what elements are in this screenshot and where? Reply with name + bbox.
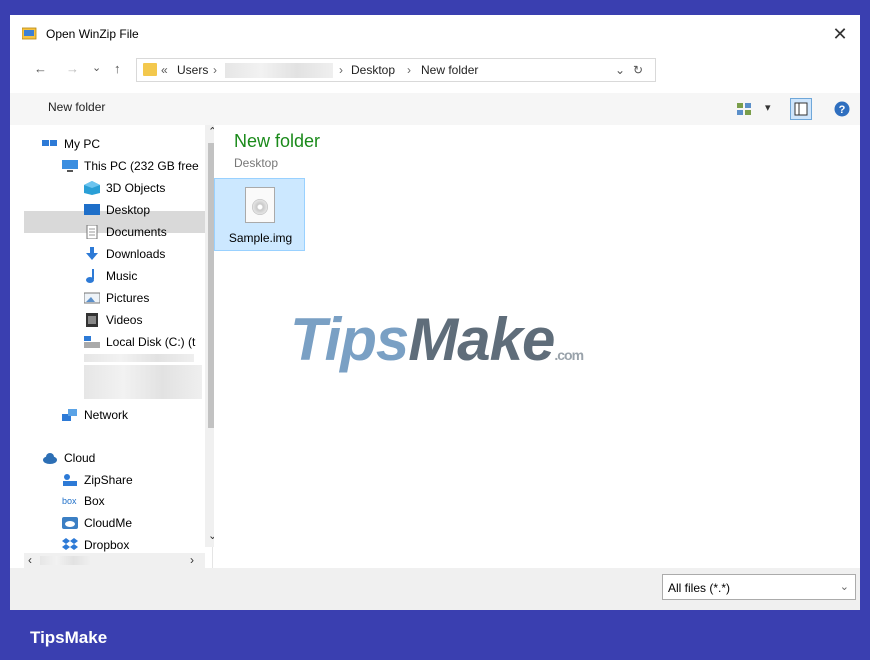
help-icon[interactable]: ? [834, 101, 850, 117]
address-dropdown-button[interactable]: ⌄ [615, 63, 625, 77]
navigation-pane: My PC This PC (232 GB free 3D Objects De… [24, 125, 219, 568]
breadcrumb-overflow[interactable]: « [161, 63, 168, 77]
view-dropdown-button[interactable]: ▾ [765, 101, 771, 114]
sidebar-item-label: Music [106, 269, 138, 283]
svg-text:?: ? [839, 104, 846, 116]
sidebar-item-cloudme[interactable]: CloudMe [62, 513, 132, 533]
blurred-username [225, 63, 333, 78]
winzip-icon [22, 27, 37, 40]
breadcrumb-desktop[interactable]: Desktop [351, 63, 395, 77]
watermark-logo: TipsMake.com [290, 306, 584, 373]
sidebar-item-dropbox[interactable]: Dropbox [62, 535, 129, 555]
new-folder-button[interactable]: New folder [48, 100, 105, 114]
recent-locations-button[interactable]: ⌄ [92, 61, 101, 74]
address-bar[interactable]: « Users › › Desktop › New folder ⌄ ↻ [136, 58, 656, 82]
preview-pane-icon[interactable] [790, 98, 812, 120]
sidebar-item-label: My PC [64, 137, 100, 151]
music-icon [86, 269, 94, 283]
title-bar: Open WinZip File ✕ [10, 15, 860, 53]
breadcrumb-new-folder[interactable]: New folder [421, 63, 478, 77]
close-button[interactable]: ✕ [820, 15, 860, 51]
cloudme-icon [62, 517, 78, 529]
disc-image-file-icon [245, 187, 275, 223]
sidebar-item-network[interactable]: Network [62, 405, 128, 425]
toolbar: New folder ▾ ? [10, 93, 860, 125]
sidebar-item-label: CloudMe [84, 516, 133, 530]
cloud-icon [43, 453, 57, 464]
video-icon [86, 313, 98, 327]
sidebar-item-3d-objects[interactable]: 3D Objects [84, 178, 165, 198]
breadcrumb-separator: › [213, 63, 217, 77]
box-icon: box [62, 496, 77, 506]
blurred-drive-item [84, 354, 194, 362]
cube-icon [84, 181, 100, 195]
dialog-title: Open WinZip File [46, 27, 139, 41]
file-list-pane: New folder Desktop Sample.img TipsMake.c… [214, 125, 860, 568]
network-icon [62, 409, 77, 421]
file-name: Sample.img [228, 231, 293, 245]
drive-icon [84, 336, 100, 348]
sidebar-item-label: Dropbox [84, 538, 130, 552]
view-options-icon[interactable] [736, 102, 752, 116]
file-item[interactable]: Sample.img [214, 178, 305, 251]
sidebar-item-downloads[interactable]: Downloads [84, 244, 165, 264]
sidebar-item-label: Documents [106, 225, 167, 239]
blurred-drive-item [84, 365, 202, 399]
scroll-right-button[interactable]: › [190, 553, 194, 567]
sidebar-item-desktop[interactable]: Desktop [84, 200, 150, 220]
picture-icon [84, 292, 100, 304]
sidebar-item-my-pc[interactable]: My PC [42, 134, 100, 154]
back-button[interactable]: ← [34, 61, 47, 76]
desktop-icon [84, 204, 100, 215]
sidebar-item-local-disk[interactable]: Local Disk (C:) (t [84, 332, 195, 352]
sidebar-item-label: 3D Objects [106, 181, 166, 195]
sidebar-item-label: ZipShare [84, 473, 133, 487]
forward-button[interactable]: → [66, 61, 79, 76]
file-type-value: All files (*.*) [668, 581, 731, 595]
sidebar-item-label: Videos [106, 313, 143, 327]
scroll-left-button[interactable]: ‹ [28, 553, 32, 567]
monitor-icon [62, 160, 78, 172]
nav-horizontal-scrollbar[interactable]: ‹ › [24, 553, 205, 568]
chevron-down-icon: ⌄ [839, 581, 849, 593]
refresh-button[interactable]: ↻ [633, 63, 643, 77]
disc-icon [252, 199, 268, 215]
folder-icon [143, 63, 157, 76]
folder-title: New folder [234, 131, 321, 151]
sidebar-item-label: This PC (232 GB free [84, 159, 199, 173]
sidebar-item-label: Downloads [106, 247, 166, 261]
up-button[interactable]: ↑ [114, 61, 121, 76]
breadcrumb-separator: › [407, 63, 411, 77]
sidebar-item-box[interactable]: box Box [62, 491, 105, 511]
sidebar-item-this-pc[interactable]: This PC (232 GB free [62, 156, 199, 176]
breadcrumb-users[interactable]: Users [177, 63, 208, 77]
breadcrumb-separator: › [339, 63, 343, 77]
sidebar-item-cloud[interactable]: Cloud [42, 448, 95, 468]
dropbox-icon [62, 538, 78, 550]
zipshare-icon [63, 474, 77, 486]
sidebar-item-music[interactable]: Music [84, 266, 137, 286]
sidebar-item-zipshare[interactable]: ZipShare [62, 470, 133, 490]
sidebar-item-pictures[interactable]: Pictures [84, 288, 149, 308]
computer-icon [42, 140, 57, 146]
sidebar-item-label: Network [84, 408, 129, 422]
document-icon [86, 225, 98, 239]
brand-logo: TipsMake [30, 628, 108, 647]
sidebar-item-documents[interactable]: Documents [84, 222, 167, 242]
download-icon [86, 247, 98, 260]
folder-location: Desktop [234, 156, 279, 170]
scrollbar-thumb[interactable] [40, 556, 90, 565]
file-type-filter[interactable]: All files (*.*) ⌄ [662, 574, 856, 600]
sidebar-item-label: Pictures [106, 291, 150, 305]
sidebar-item-videos[interactable]: Videos [84, 310, 142, 330]
sidebar-item-label: Desktop [106, 203, 151, 217]
sidebar-item-label: Cloud [64, 451, 96, 465]
sidebar-item-label: Box [84, 494, 105, 508]
open-file-dialog: Open WinZip File ✕ ← → ⌄ ↑ « Users › › D… [10, 15, 860, 610]
sidebar-item-label: Local Disk (C:) (t [106, 335, 196, 349]
